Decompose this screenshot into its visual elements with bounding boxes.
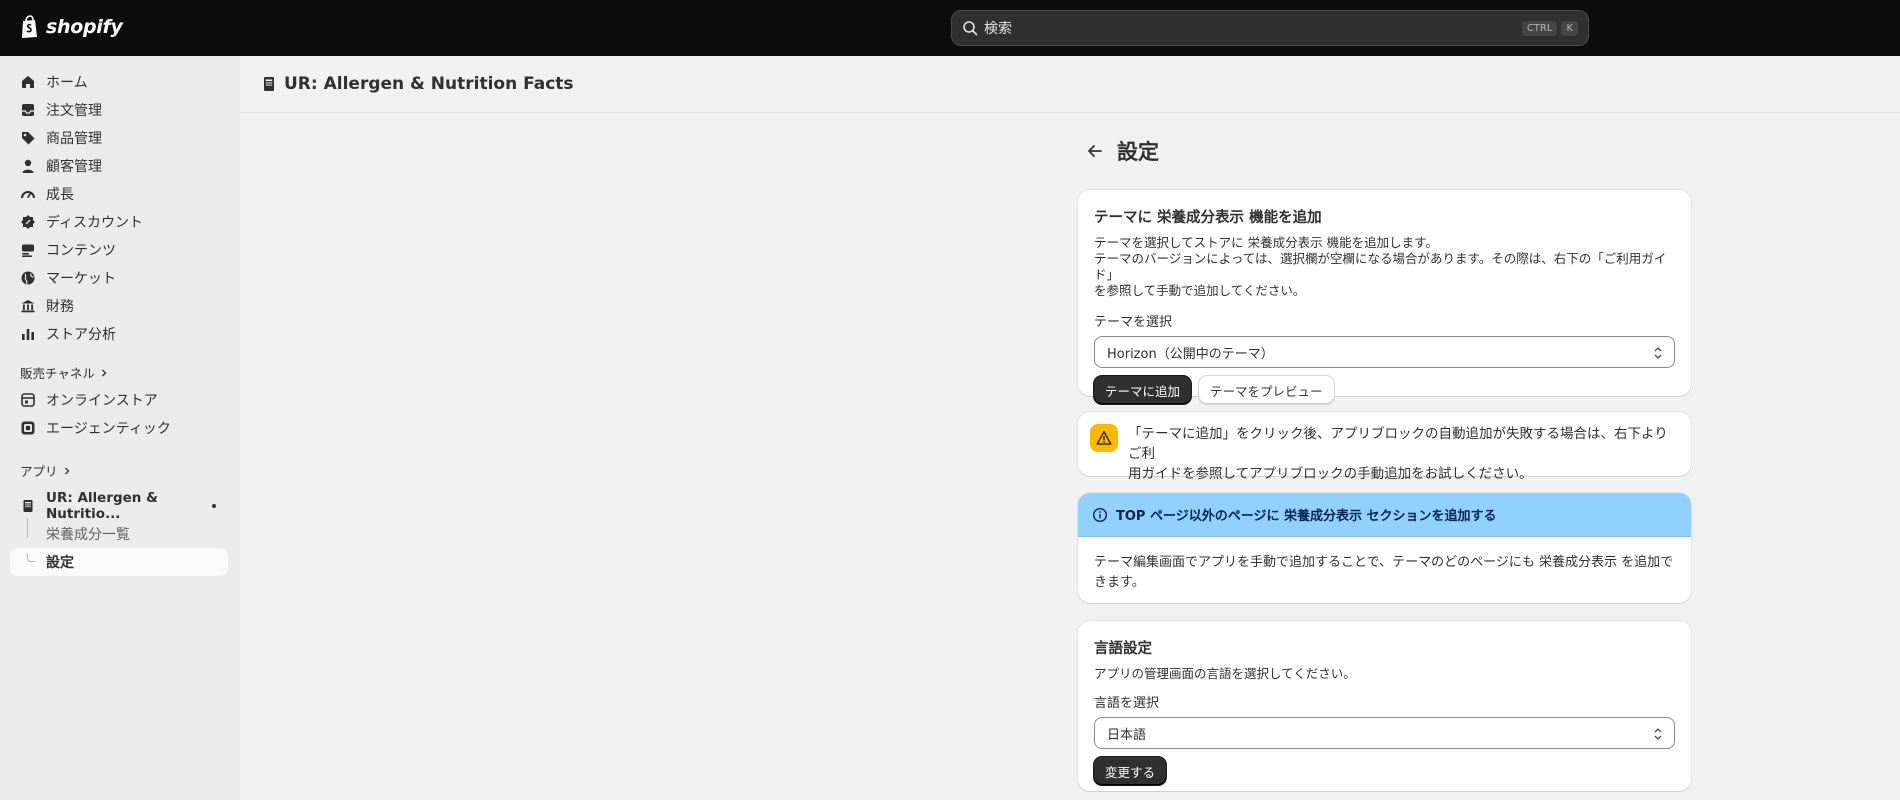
warning-line: 用ガイドを参照してアプリブロックの手動追加をお試しください。 <box>1128 466 1533 482</box>
chevron-right-icon <box>64 467 69 474</box>
page-title: 設定 <box>1117 140 1159 164</box>
language-card-description: アプリの管理画面の言語を選択してください。 <box>1094 666 1356 681</box>
shopify-logo[interactable]: shopify <box>20 15 123 39</box>
sidebar-item-home[interactable]: ホーム <box>10 68 228 96</box>
sidebar-item-discounts[interactable]: ディスカウント <box>10 208 228 236</box>
sidebar-item-label: コンテンツ <box>46 243 116 259</box>
global-search-input[interactable]: 検索 CTRL K <box>951 10 1589 46</box>
sidebar-item-label: 成長 <box>46 187 74 203</box>
sidebar-item-content[interactable]: コンテンツ <box>10 236 228 264</box>
pin-dot-icon[interactable] <box>212 504 216 508</box>
language-card: 言語設定 アプリの管理画面の言語を選択してください。 言語を選択 日本語 変更す… <box>1078 621 1691 791</box>
sidebar-item-finance[interactable]: 財務 <box>10 292 228 320</box>
select-chevron-icon <box>1654 728 1662 740</box>
bar-chart-icon <box>20 326 36 342</box>
sidebar-item-label: UR: Allergen & Nutritio... <box>46 490 158 522</box>
info-card: TOP ページ以外のページに 栄養成分表示 セクションを追加する テーマ編集画面… <box>1078 493 1691 603</box>
app-title: UR: Allergen & Nutrition Facts <box>284 74 574 94</box>
sidebar-item-label: 商品管理 <box>46 131 102 147</box>
gauge-icon <box>20 186 36 202</box>
tag-icon <box>20 130 36 146</box>
sidebar-item-orders[interactable]: 注文管理 <box>10 96 228 124</box>
content-icon <box>20 242 36 258</box>
inbox-icon <box>20 102 36 118</box>
bank-icon <box>20 298 36 314</box>
shopify-bag-icon <box>22 15 37 38</box>
shopify-wordmark: shopify <box>46 16 123 38</box>
sales-channels-heading[interactable]: 販売チャネル <box>20 363 109 382</box>
home-icon <box>20 74 36 90</box>
arrow-left-icon[interactable] <box>1085 141 1105 161</box>
theme-select-value: Horizon（公開中のテーマ） <box>1107 346 1274 362</box>
shortcut-k: K <box>1561 20 1578 36</box>
page-header: 設定 <box>1085 136 1159 166</box>
theme-card-title: テーマに 栄養成分表示 機能を追加 <box>1094 210 1322 226</box>
info-line: テーマ編集画面でアプリを手動で追加することで、テーマのどのページにも 栄養成分表… <box>1094 555 1674 570</box>
sidebar-subitem-settings[interactable]: 設定 <box>10 548 228 576</box>
theme-card: テーマに 栄養成分表示 機能を追加 テーマを選択してストアに 栄養成分表示 機能… <box>1078 190 1691 404</box>
top-bar: shopify 検索 CTRL K <box>0 0 1900 56</box>
discount-icon <box>20 214 36 230</box>
globe-icon <box>20 270 36 286</box>
chevron-right-icon <box>101 369 107 376</box>
sidebar: ホーム 注文管理 商品管理 顧客管理 成長 ディスカウント コンテンツ マーケッ… <box>0 56 240 800</box>
app-icon <box>20 498 36 514</box>
theme-select-label: テーマを選択 <box>1094 315 1173 330</box>
store-icon <box>20 392 36 408</box>
sidebar-item-label: ディスカウント <box>46 215 144 231</box>
sidebar-item-customers[interactable]: 顧客管理 <box>10 152 228 180</box>
select-chevron-icon <box>1654 347 1662 359</box>
sidebar-item-label: ホーム <box>46 75 88 91</box>
language-select-label: 言語を選択 <box>1094 696 1160 711</box>
app-icon <box>264 77 274 91</box>
shortcut-ctrl: CTRL <box>1521 20 1558 36</box>
search-icon <box>963 21 978 36</box>
theme-select[interactable]: Horizon（公開中のテーマ） <box>1094 336 1675 368</box>
tree-elbow <box>27 554 35 562</box>
search-placeholder: 検索 <box>984 21 1012 37</box>
language-select[interactable]: 日本語 <box>1094 717 1675 749</box>
info-banner-header: TOP ページ以外のページに 栄養成分表示 セクションを追加する <box>1078 493 1691 537</box>
info-line: きます。 <box>1094 575 1145 590</box>
warning-line: 「テーマに追加」をクリック後、アプリブロックの自動追加が失敗する場合は、右下より… <box>1128 426 1668 462</box>
add-to-theme-button[interactable]: テーマに追加 <box>1094 376 1192 404</box>
sidebar-item-label: エージェンティック <box>46 421 171 437</box>
sidebar-item-growth[interactable]: 成長 <box>10 180 228 208</box>
sidebar-item-products[interactable]: 商品管理 <box>10 124 228 152</box>
theme-card-line: テーマを選択してストアに 栄養成分表示 機能を追加します。 <box>1094 235 1438 250</box>
sidebar-item-label: オンラインストア <box>46 393 158 409</box>
info-icon <box>1092 507 1108 522</box>
app-title-bar: UR: Allergen & Nutrition Facts <box>240 56 1900 113</box>
apps-heading[interactable]: アプリ <box>20 461 72 480</box>
sidebar-subitem-nutrition-list[interactable]: 栄養成分一覧 <box>10 520 228 548</box>
theme-card-line: を参照して手動で追加してください。 <box>1094 283 1306 298</box>
sidebar-item-label: マーケット <box>46 271 116 287</box>
sidebar-item-label: 注文管理 <box>46 103 102 119</box>
language-select-value: 日本語 <box>1107 727 1147 743</box>
theme-card-line: テーマのバージョンによっては、選択欄が空欄になる場合があります。その際は、右下の… <box>1094 251 1667 282</box>
main-content: UR: Allergen & Nutrition Facts 設定 テーマに 栄… <box>240 56 1900 800</box>
info-banner-title: TOP ページ以外のページに 栄養成分表示 セクションを追加する <box>1116 509 1497 524</box>
preview-theme-button[interactable]: テーマをプレビュー <box>1199 376 1334 404</box>
sidebar-item-analytics[interactable]: ストア分析 <box>10 320 228 348</box>
agentic-icon <box>20 420 36 436</box>
sidebar-item-online-store[interactable]: オンラインストア <box>10 386 228 414</box>
sidebar-item-agentic[interactable]: エージェンティック <box>10 414 228 442</box>
sidebar-item-label: 顧客管理 <box>46 159 102 175</box>
sidebar-item-markets[interactable]: マーケット <box>10 264 228 292</box>
sidebar-item-label: 財務 <box>46 299 74 315</box>
warning-card: 「テーマに追加」をクリック後、アプリブロックの自動追加が失敗する場合は、右下より… <box>1078 412 1691 482</box>
sidebar-item-label: ストア分析 <box>46 327 116 343</box>
language-card-title: 言語設定 <box>1094 641 1152 657</box>
change-language-button[interactable]: 変更する <box>1094 757 1167 785</box>
person-icon <box>20 158 36 174</box>
sidebar-item-app[interactable]: UR: Allergen & Nutritio... <box>10 490 228 522</box>
warning-icon <box>1090 424 1118 452</box>
